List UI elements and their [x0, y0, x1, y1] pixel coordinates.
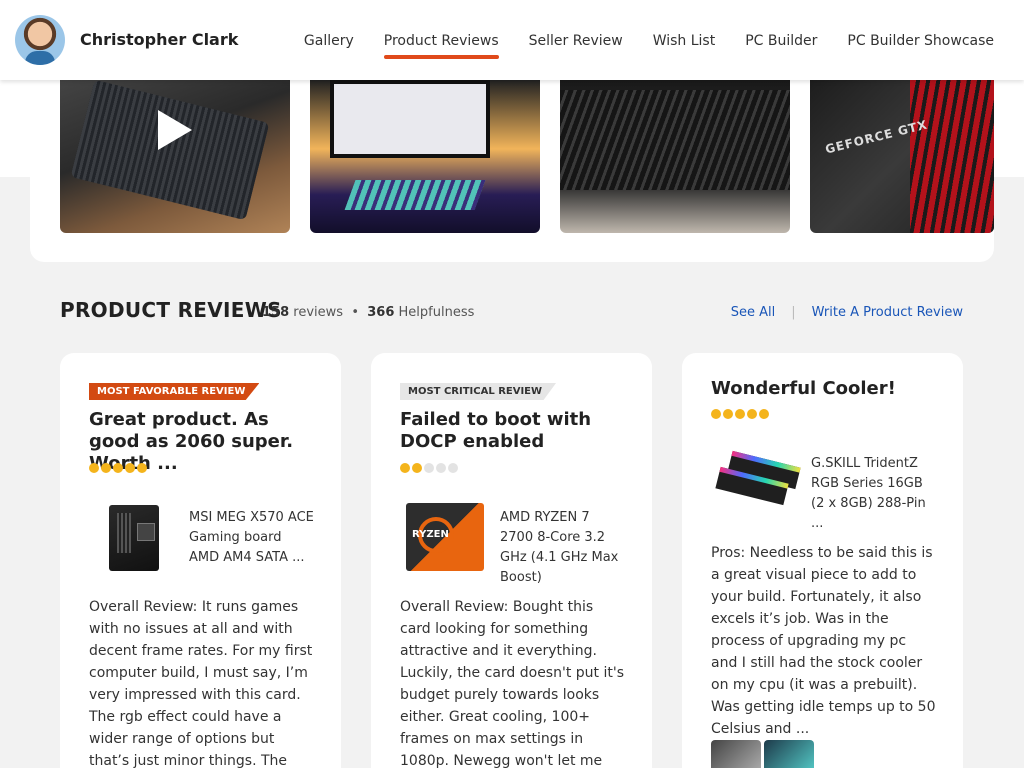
product-image[interactable]: RYZEN [400, 503, 490, 573]
review-body: Pros: Needless to be said this is a grea… [711, 545, 936, 737]
star-icon [711, 409, 721, 419]
user-name: Christopher Clark [80, 30, 239, 49]
star-icon [125, 463, 135, 473]
star-icon [747, 409, 757, 419]
star-icon [759, 409, 769, 419]
review-images [711, 740, 814, 768]
nav-gallery[interactable]: Gallery [304, 33, 354, 55]
review-card[interactable]: MOST CRITICAL REVIEW Failed to boot with… [371, 353, 652, 768]
play-icon[interactable] [158, 110, 192, 150]
nav-seller-review[interactable]: Seller Review [529, 33, 623, 55]
star-icon [723, 409, 733, 419]
star-icon [113, 463, 123, 473]
section-links: See All | Write A Product Review [731, 305, 963, 320]
product-name[interactable]: G.SKILL TridentZ RGB Series 16GB (2 x 8G… [811, 454, 936, 534]
avatar[interactable] [15, 15, 65, 65]
review-title[interactable]: Failed to boot with DOCP enabled [400, 409, 630, 453]
nav-wish-list[interactable]: Wish List [653, 33, 716, 55]
product-name[interactable]: MSI MEG X570 ACE Gaming board AMD AM4 SA… [189, 508, 314, 568]
gallery-thumb[interactable]: GEFORCE GTX [810, 80, 994, 233]
gallery-thumb[interactable] [560, 80, 790, 233]
reviews-label: reviews [293, 305, 344, 320]
product-image[interactable] [711, 449, 801, 519]
gallery-thumb[interactable] [310, 80, 540, 233]
reviews-count: 158 [262, 305, 290, 320]
review-image-thumb[interactable] [764, 740, 814, 768]
product-name[interactable]: AMD RYZEN 7 2700 8-Core 3.2 GHz (4.1 GHz… [500, 508, 625, 588]
review-image-thumb[interactable] [711, 740, 761, 768]
helpfulness-count: 366 [367, 305, 395, 320]
review-stats: 158 reviews • 366 Helpfulness [262, 305, 474, 320]
star-empty-icon [448, 463, 458, 473]
write-review-link[interactable]: Write A Product Review [812, 305, 963, 320]
top-header: Christopher Clark Gallery Product Review… [0, 0, 1024, 80]
star-icon [101, 463, 111, 473]
nav-pc-builder[interactable]: PC Builder [745, 33, 817, 55]
section-title: PRODUCT REVIEWS [60, 298, 282, 322]
star-icon [400, 463, 410, 473]
review-card[interactable]: MOST FAVORABLE REVIEW Great product. As … [60, 353, 341, 768]
link-separator: | [791, 305, 796, 320]
review-card[interactable]: Wonderful Cooler! G.SKILL TridentZ RGB S… [682, 353, 963, 768]
helpfulness-label: Helpfulness [398, 305, 475, 320]
nav-pc-builder-showcase[interactable]: PC Builder Showcase [847, 33, 994, 55]
star-icon [137, 463, 147, 473]
favorable-badge: MOST FAVORABLE REVIEW [89, 383, 260, 400]
see-all-link[interactable]: See All [731, 305, 776, 320]
star-icon [89, 463, 99, 473]
star-icon [412, 463, 422, 473]
review-title[interactable]: Wonderful Cooler! [711, 378, 941, 400]
nav-product-reviews[interactable]: Product Reviews [383, 33, 499, 59]
gallery-strip: GEFORCE GTX [30, 80, 994, 262]
star-rating [400, 463, 458, 473]
star-rating [711, 409, 769, 419]
review-body: Overall Review: Bought this card looking… [400, 599, 624, 768]
critical-badge: MOST CRITICAL REVIEW [400, 383, 557, 400]
cpu-box-text: RYZEN [412, 529, 449, 540]
star-empty-icon [436, 463, 446, 473]
star-rating [89, 463, 147, 473]
product-image[interactable] [89, 503, 179, 573]
stats-bullet: • [351, 305, 359, 320]
main-nav: Gallery Product Reviews Seller Review Wi… [304, 33, 994, 59]
review-body: Overall Review: It runs games with no is… [89, 599, 313, 768]
star-icon [735, 409, 745, 419]
star-empty-icon [424, 463, 434, 473]
gallery-video-thumb[interactable] [60, 80, 290, 233]
